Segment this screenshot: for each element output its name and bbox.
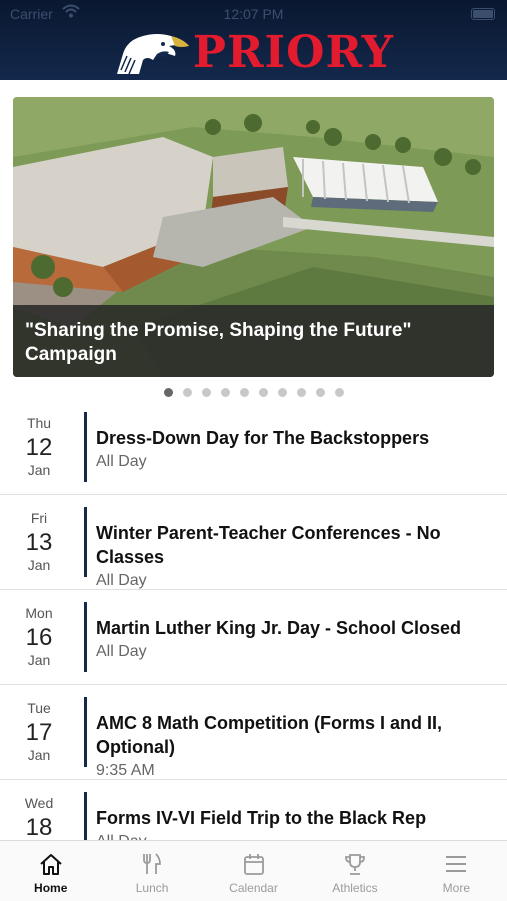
event-weekday: Fri bbox=[30, 510, 48, 526]
event-month: Jan bbox=[27, 747, 51, 763]
event-time: All Day bbox=[96, 643, 147, 660]
carousel-dot[interactable] bbox=[334, 388, 344, 397]
event-month: Jan bbox=[27, 557, 51, 573]
battery-icon bbox=[471, 8, 495, 20]
event-title-block: AMC 8 Math Competition (Forms I and II, … bbox=[96, 711, 491, 783]
event-weekday: Tue bbox=[27, 700, 51, 716]
event-day: 12 bbox=[25, 434, 53, 461]
tab-label: Athletics bbox=[332, 881, 378, 895]
event-title: Forms IV-VI Field Trip to the Black Rep bbox=[96, 808, 427, 828]
tab-label: More bbox=[442, 881, 470, 895]
event-title: Martin Luther King Jr. Day - School Clos… bbox=[96, 618, 462, 638]
event-row[interactable]: Mon 16 Jan Martin Luther King Jr. Day - Sch… bbox=[0, 590, 507, 685]
event-title-block: Martin Luther King Jr. Day - School Clos… bbox=[96, 616, 491, 664]
event-weekday: Mon bbox=[25, 605, 53, 621]
tab-calendar[interactable]: Calendar bbox=[203, 841, 304, 901]
carousel-dot[interactable] bbox=[220, 388, 230, 397]
carousel-dot[interactable] bbox=[296, 388, 306, 397]
event-divider bbox=[84, 507, 87, 577]
events-list[interactable]: Thu 12 Jan Dress-Down Day for The Backstopp… bbox=[0, 400, 507, 840]
event-month: Jan bbox=[27, 462, 51, 478]
event-title-block: Dress-Down Day for The Backstoppers All D… bbox=[96, 426, 491, 474]
tab-home[interactable]: Home bbox=[0, 841, 101, 901]
tab-label: Home bbox=[34, 881, 68, 895]
event-divider bbox=[84, 602, 87, 672]
eagle-logo-icon bbox=[116, 34, 189, 75]
tab-bar: Home Lunch Calendar Athletics More bbox=[0, 840, 507, 901]
calendar-icon bbox=[243, 854, 264, 875]
status-bar: Carrier 12:07 PM bbox=[0, 4, 507, 24]
app-header: Carrier 12:07 PM PRIORY bbox=[0, 0, 507, 80]
event-title-block: Winter Parent-Teacher Conferences - No C… bbox=[96, 521, 491, 593]
event-divider bbox=[84, 697, 87, 767]
fork-knife-icon bbox=[143, 853, 162, 874]
event-divider bbox=[84, 412, 87, 482]
home-icon bbox=[40, 854, 62, 875]
logo: PRIORY bbox=[0, 28, 507, 78]
tab-athletics[interactable]: Athletics bbox=[304, 841, 405, 901]
event-weekday: Wed bbox=[24, 795, 54, 811]
status-time: 12:07 PM bbox=[223, 6, 284, 22]
event-title: Winter Parent-Teacher Conferences - No C… bbox=[96, 523, 441, 567]
tab-label: Calendar bbox=[229, 881, 278, 895]
event-row[interactable]: Thu 12 Jan Dress-Down Day for The Backstopp… bbox=[0, 400, 507, 495]
trophy-icon bbox=[345, 854, 365, 875]
tab-label: Lunch bbox=[135, 881, 169, 895]
event-day: 16 bbox=[25, 624, 53, 651]
event-month: Jan bbox=[27, 652, 51, 668]
event-row[interactable]: Fri 13 Jan Winter Parent-Teacher Conference… bbox=[0, 495, 507, 590]
event-day: 18 bbox=[25, 814, 53, 840]
featured-carousel[interactable]: "Sharing the Promise, Shaping the Future… bbox=[13, 97, 494, 377]
tab-more[interactable]: More bbox=[406, 841, 507, 901]
event-time: All Day bbox=[96, 830, 491, 840]
event-row[interactable]: Tue 17 Jan AMC 8 Math Competition (Forms I … bbox=[0, 685, 507, 780]
event-title: Dress-Down Day for The Backstoppers bbox=[96, 428, 430, 448]
carousel-dot[interactable] bbox=[277, 388, 287, 397]
carousel-page-indicator[interactable] bbox=[0, 388, 507, 397]
carousel-dot[interactable] bbox=[315, 388, 325, 397]
carousel-dot[interactable] bbox=[239, 388, 249, 397]
carousel-dot[interactable] bbox=[163, 388, 173, 397]
event-time: All Day bbox=[96, 453, 147, 470]
carousel-dot[interactable] bbox=[182, 388, 192, 397]
menu-icon bbox=[446, 856, 467, 872]
carousel-dot[interactable] bbox=[258, 388, 268, 397]
event-day: 17 bbox=[25, 719, 53, 746]
event-title-block: Forms IV-VI Field Trip to the Black Rep A… bbox=[96, 806, 491, 840]
tab-lunch[interactable]: Lunch bbox=[101, 841, 202, 901]
event-row[interactable]: Wed18JanForms IV-VI Field Trip to the Bl… bbox=[0, 780, 507, 840]
event-day: 13 bbox=[25, 529, 53, 556]
event-divider bbox=[84, 792, 87, 840]
event-title: AMC 8 Math Competition (Forms I and II, … bbox=[96, 713, 442, 757]
brand-wordmark: PRIORY bbox=[192, 27, 395, 78]
carousel-dot[interactable] bbox=[201, 388, 211, 397]
event-weekday: Thu bbox=[26, 415, 52, 431]
carousel-caption: "Sharing the Promise, Shaping the Future… bbox=[13, 305, 494, 377]
